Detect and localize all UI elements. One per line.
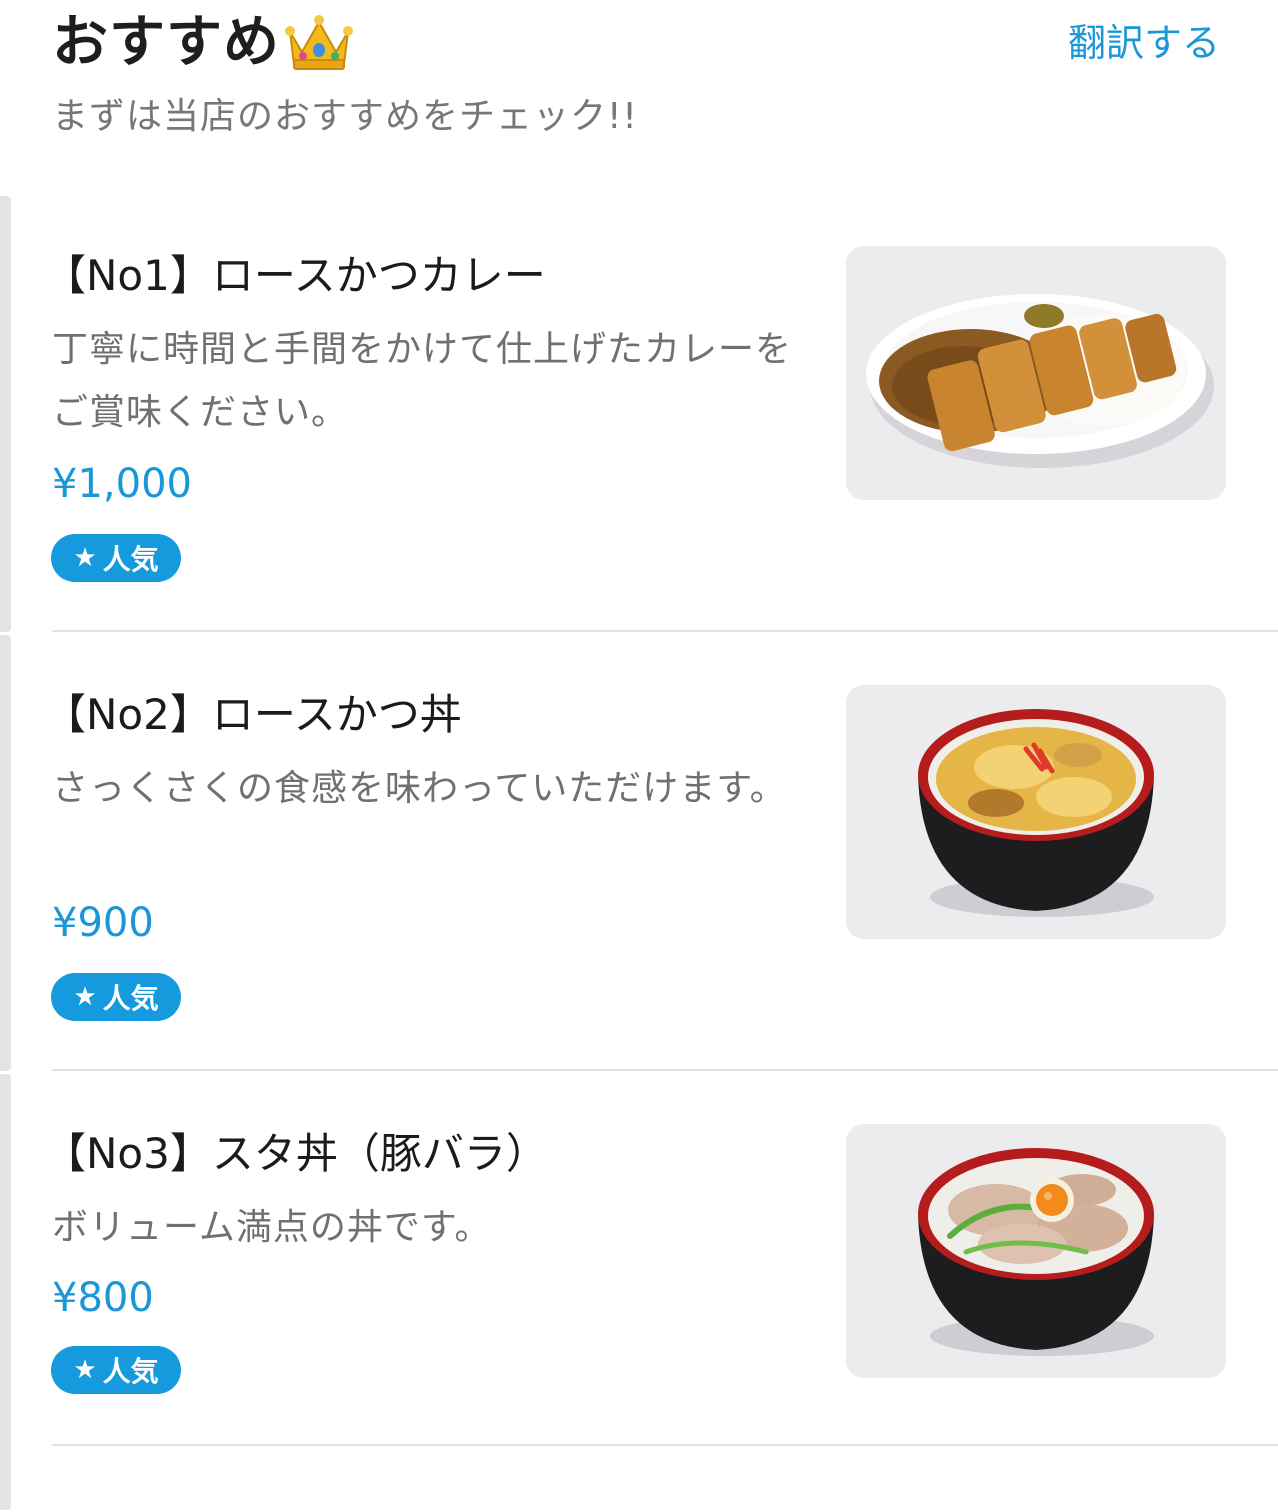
item-price: ¥800 (52, 1275, 154, 1321)
star-icon: ★ (73, 1355, 97, 1385)
badge-label: 人気 (102, 982, 159, 1015)
popular-badge: ★ 人気 (51, 1346, 181, 1394)
section-title: おすすめ (52, 10, 280, 75)
crown-icon (284, 12, 354, 74)
menu-item[interactable]: 【No2】ロースかつ丼 さっくさくの食感を味わっていただけます。 ¥900 ★ … (0, 635, 1278, 1073)
item-divider (52, 630, 1278, 632)
item-divider (52, 1069, 1278, 1071)
section-subtitle: まずは当店のおすすめをチェック!! (52, 96, 638, 137)
badge-label: 人気 (102, 1355, 159, 1388)
item-side-bar (0, 1074, 11, 1510)
translate-button[interactable]: 翻訳する (1068, 18, 1220, 68)
item-name: 【No1】ロースかつカレー (44, 251, 546, 300)
star-icon: ★ (73, 543, 97, 573)
item-name: 【No2】ロースかつ丼 (44, 690, 462, 739)
popular-badge: ★ 人気 (51, 973, 181, 1021)
item-price: ¥1,000 (52, 461, 192, 507)
popular-badge: ★ 人気 (51, 534, 181, 582)
menu-item[interactable]: 【No1】ロースかつカレー 丁寧に時間と手間をかけて仕上げたカレーをご賞味くださ… (0, 196, 1278, 634)
item-description: さっくさくの食感を味わっていただけます。 (52, 768, 787, 809)
item-price: ¥900 (52, 900, 154, 946)
menu-item[interactable]: 【No3】スタ丼（豚バラ） ボリューム満点の丼です。 ¥800 ★ 人気 (0, 1074, 1278, 1512)
item-name: 【No3】スタ丼（豚バラ） (44, 1129, 548, 1178)
katsudon-photo[interactable] (846, 685, 1226, 939)
item-divider (52, 1444, 1278, 1446)
star-icon: ★ (73, 982, 97, 1012)
item-description: ボリューム満点の丼です。 (52, 1207, 492, 1248)
katsu-curry-photo[interactable] (846, 246, 1226, 500)
sutadon-photo[interactable] (846, 1124, 1226, 1378)
item-side-bar (0, 196, 11, 632)
item-description: 丁寧に時間と手間をかけて仕上げたカレーをご賞味ください。 (52, 329, 793, 433)
item-side-bar (0, 635, 11, 1071)
title-row: おすすめ (52, 6, 354, 80)
badge-label: 人気 (102, 543, 159, 576)
recommend-header: おすすめ 翻訳する まずは当店のおすすめをチェック!! (0, 0, 1278, 190)
